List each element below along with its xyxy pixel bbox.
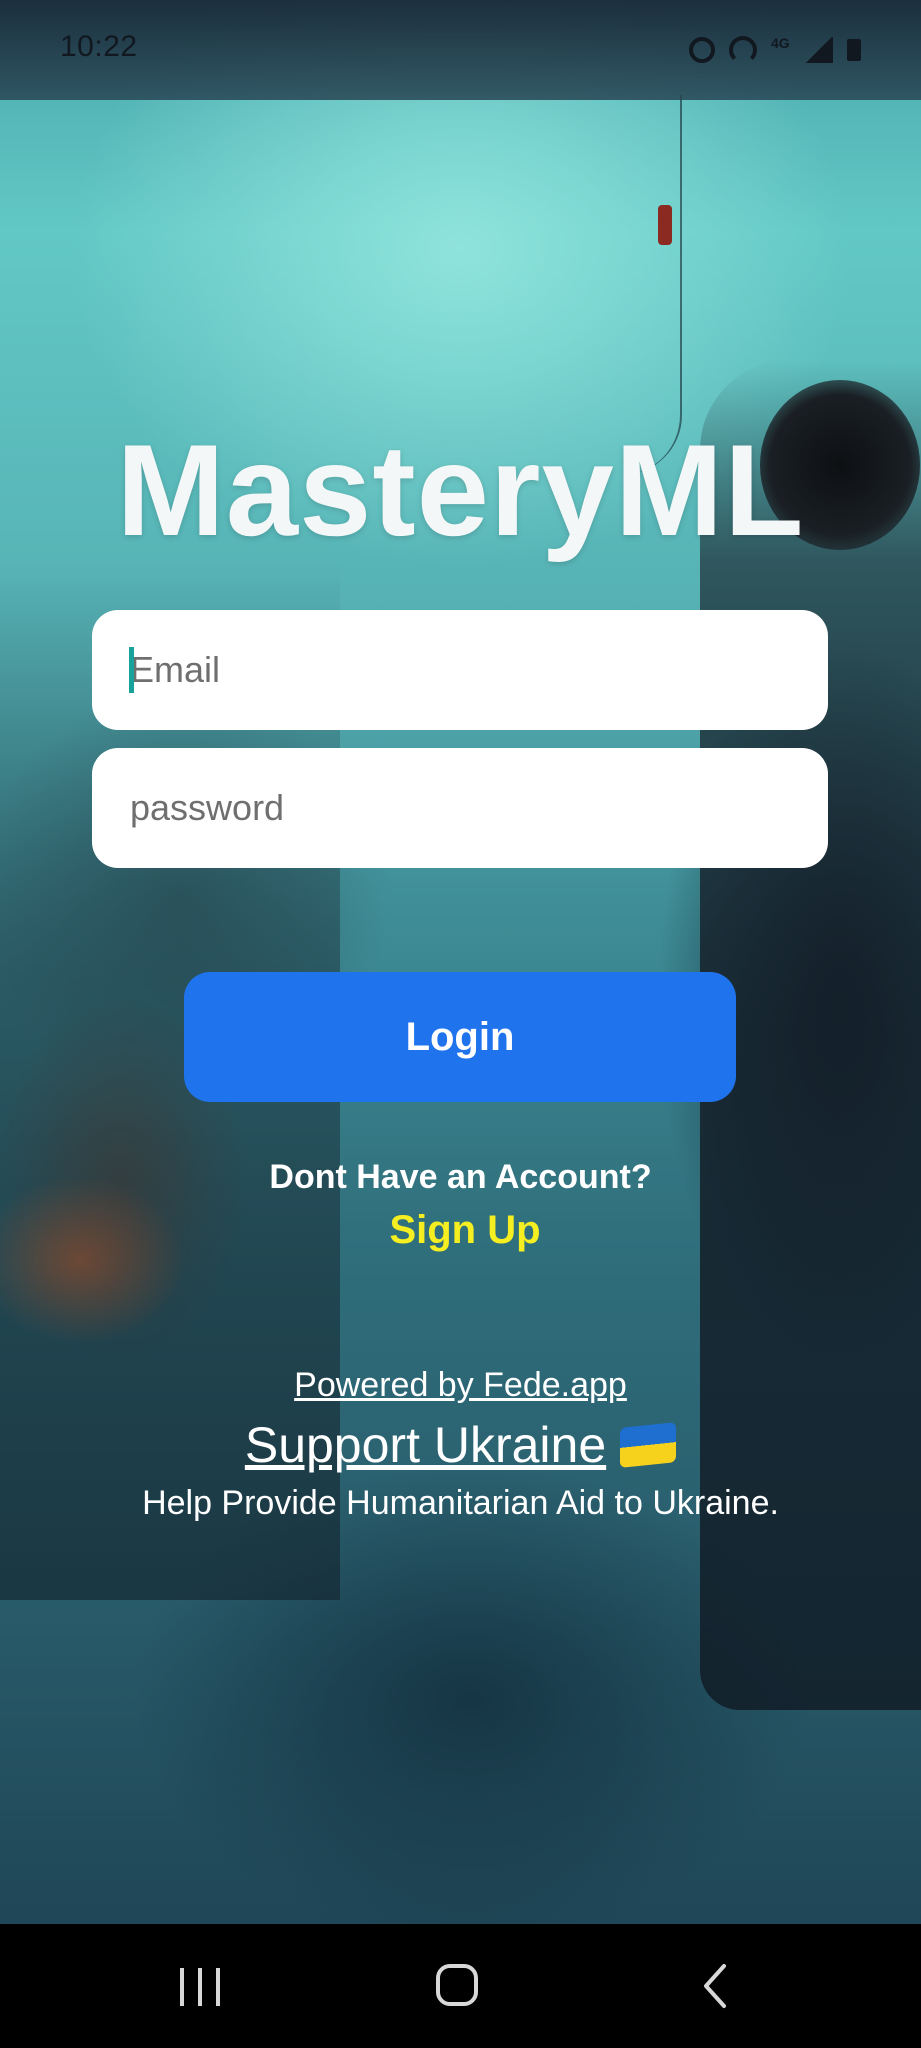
powered-by-link[interactable]: Powered by Fede.app	[0, 1366, 921, 1405]
status-bar: 10:22 4G	[0, 0, 921, 100]
signal-icon	[805, 37, 833, 63]
home-icon[interactable]	[418, 1954, 498, 2018]
background-hook	[658, 205, 672, 245]
support-ukraine-link[interactable]: Support Ukraine	[0, 1416, 921, 1474]
help-text: Help Provide Humanitarian Aid to Ukraine…	[142, 1484, 779, 1522]
status-time: 10:22	[60, 30, 138, 63]
recents-icon[interactable]	[160, 1954, 240, 2018]
password-field[interactable]	[92, 748, 828, 868]
status-icons: 4G	[689, 36, 861, 64]
4g-icon: 4G	[771, 35, 790, 51]
ukraine-flag-icon	[620, 1422, 677, 1468]
sign-up-link[interactable]: Sign Up	[0, 1208, 921, 1253]
email-field[interactable]	[92, 610, 828, 730]
no-account-prompt: Dont Have an Account?	[269, 1158, 652, 1196]
back-icon[interactable]	[676, 1954, 756, 2018]
alarm-icon	[689, 37, 715, 63]
app-title: MasteryML	[116, 417, 805, 563]
battery-icon	[847, 39, 861, 61]
login-button[interactable]: Login	[184, 972, 736, 1102]
navigation-bar	[0, 1924, 921, 2048]
login-screen: 10:22 4G MasteryML Login Dont Have an Ac…	[0, 0, 921, 2048]
hotspot-icon	[729, 36, 757, 64]
support-ukraine-label: Support Ukraine	[244, 1417, 607, 1473]
text-cursor	[129, 647, 134, 693]
